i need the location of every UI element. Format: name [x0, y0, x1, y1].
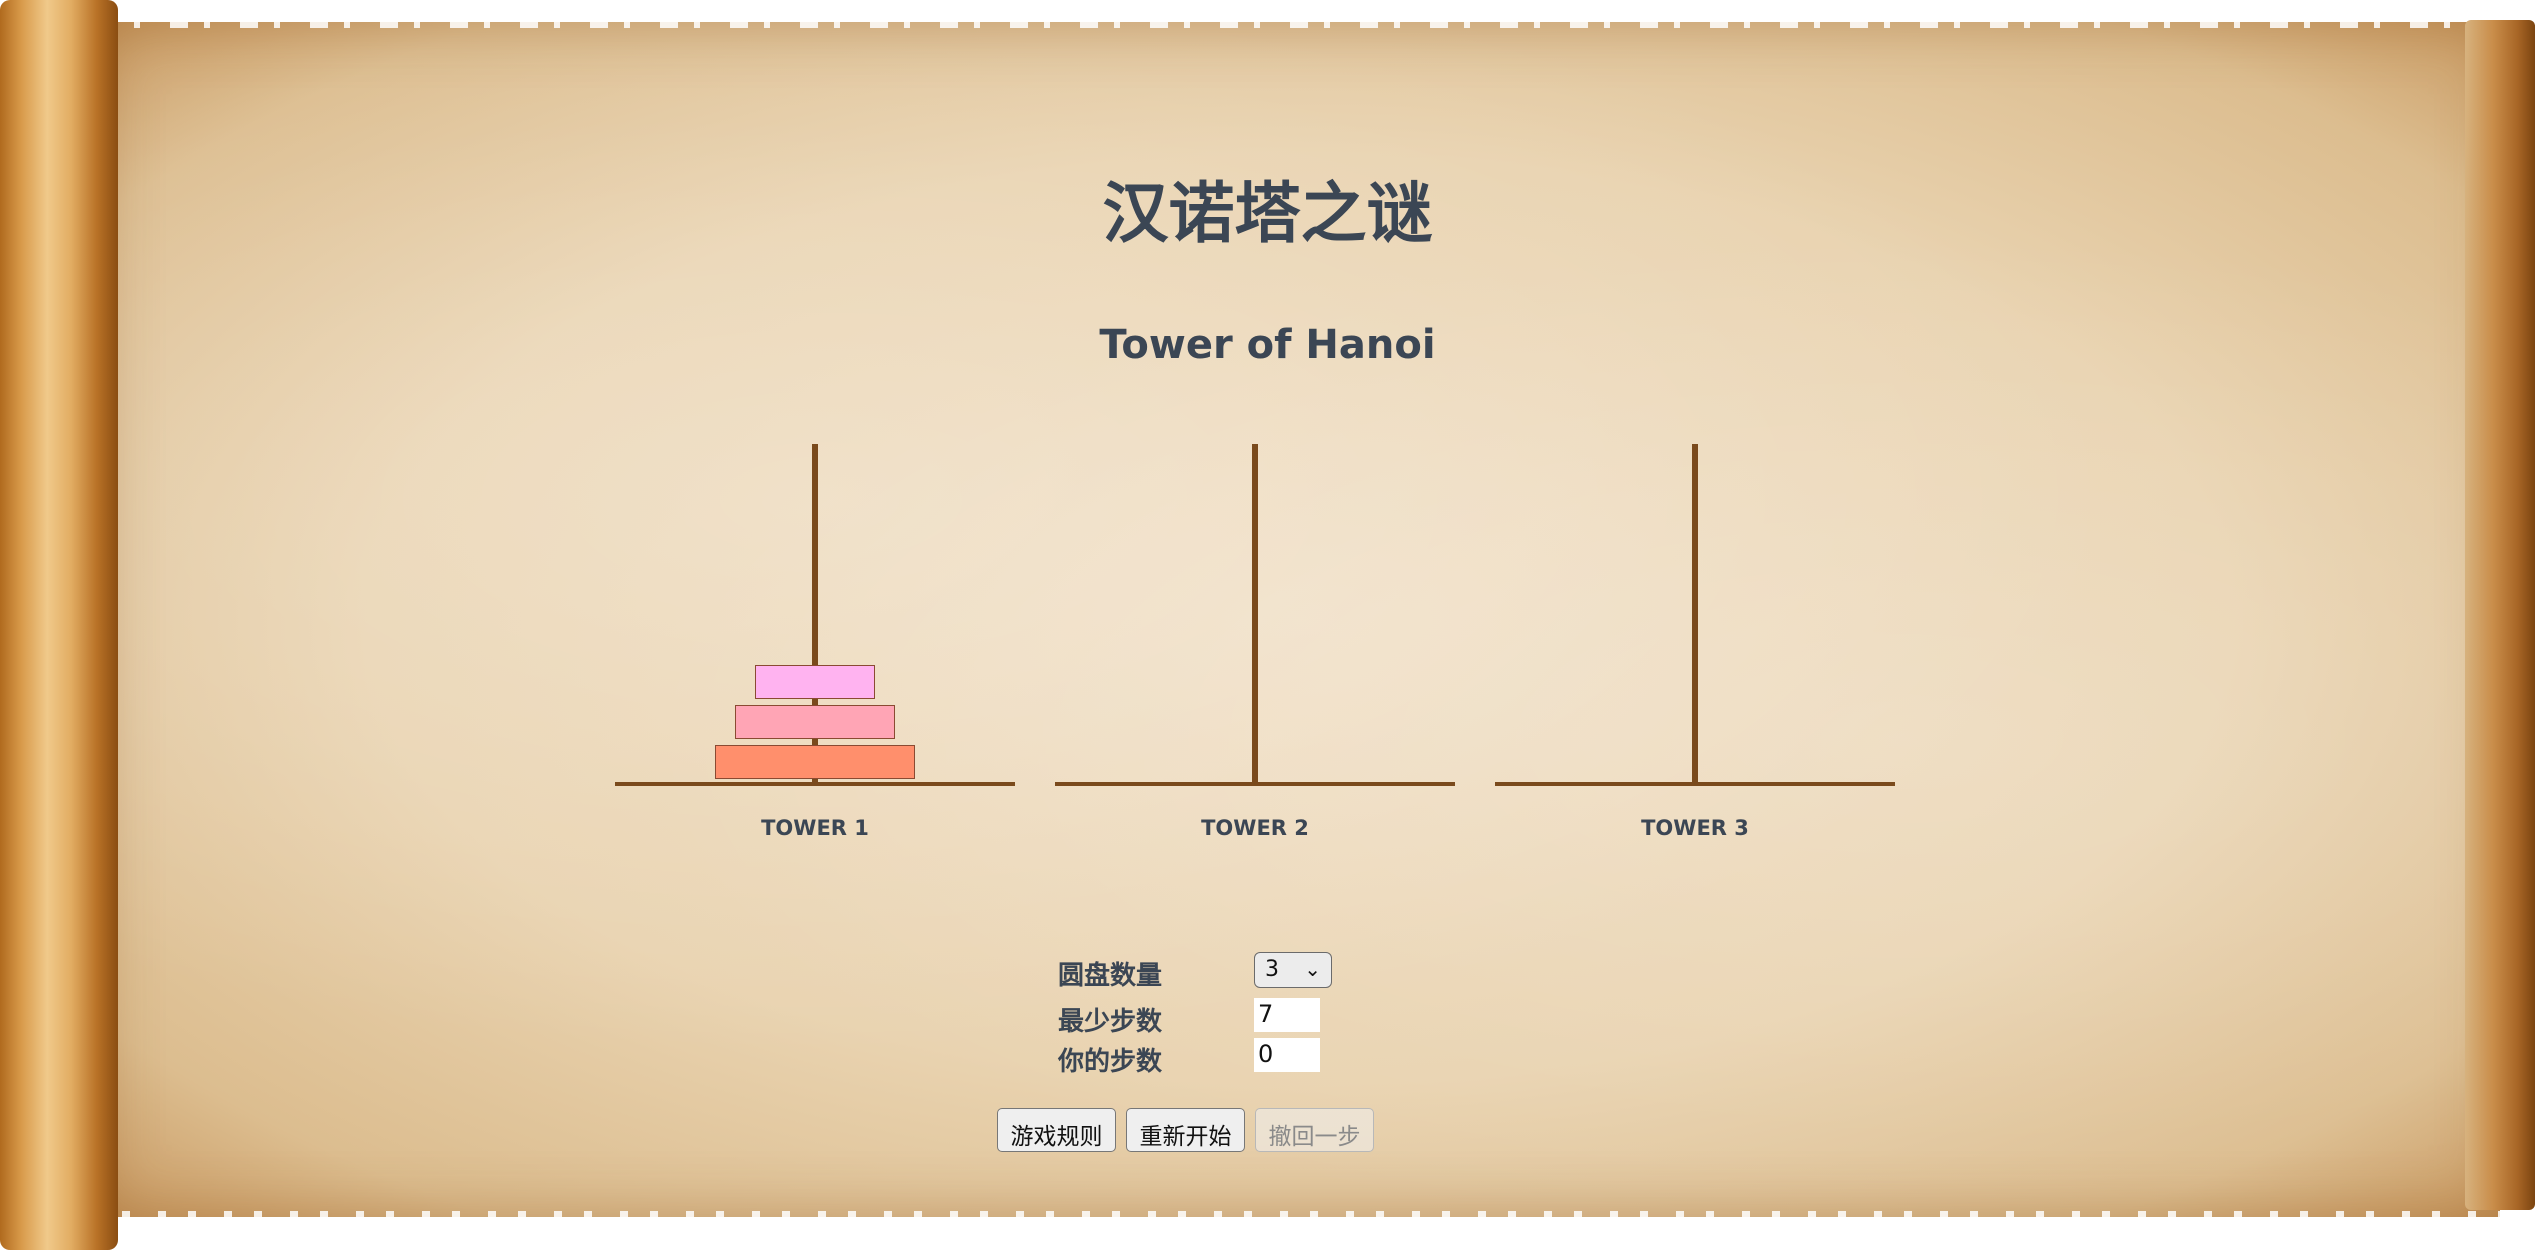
tower-base: [615, 782, 1015, 786]
your-steps-label: 你的步数: [1058, 1047, 1163, 1077]
rules-button[interactable]: 游戏规则: [997, 1108, 1116, 1152]
your-steps-row: 你的步数 0: [1058, 1038, 1358, 1077]
tower-1[interactable]: TOWER 1: [615, 440, 1015, 870]
disk-count-row: 圆盘数量 3 ⌄: [1058, 952, 1358, 991]
min-steps-label: 最少步数: [1058, 1007, 1163, 1037]
tower-3[interactable]: TOWER 3: [1495, 440, 1895, 870]
tower-label: TOWER 2: [1201, 816, 1309, 840]
min-steps-row: 最少步数 7: [1058, 998, 1358, 1037]
tower-label: TOWER 3: [1641, 816, 1749, 840]
tower-rod: [1692, 444, 1698, 786]
disk-2[interactable]: [735, 705, 895, 739]
disk-count-select[interactable]: 3 ⌄: [1254, 952, 1332, 988]
tower-label: TOWER 1: [761, 816, 869, 840]
restart-button[interactable]: 重新开始: [1126, 1108, 1245, 1152]
min-steps-field: 7: [1254, 998, 1320, 1032]
tower-rod: [1252, 444, 1258, 786]
disk-3[interactable]: [715, 745, 915, 779]
disk-1[interactable]: [755, 665, 875, 699]
chevron-down-icon: ⌄: [1304, 957, 1321, 981]
undo-button[interactable]: 撤回一步: [1255, 1108, 1374, 1152]
tower-base: [1495, 782, 1895, 786]
disk-count-value: 3: [1265, 957, 1279, 982]
tower-2[interactable]: TOWER 2: [1055, 440, 1455, 870]
disk-count-label: 圆盘数量: [1058, 961, 1163, 991]
page-title: 汉诺塔之谜: [1102, 175, 1433, 252]
tower-base: [1055, 782, 1455, 786]
your-steps-field: 0: [1254, 1038, 1320, 1072]
page-subtitle: Tower of Hanoi: [1099, 322, 1436, 368]
